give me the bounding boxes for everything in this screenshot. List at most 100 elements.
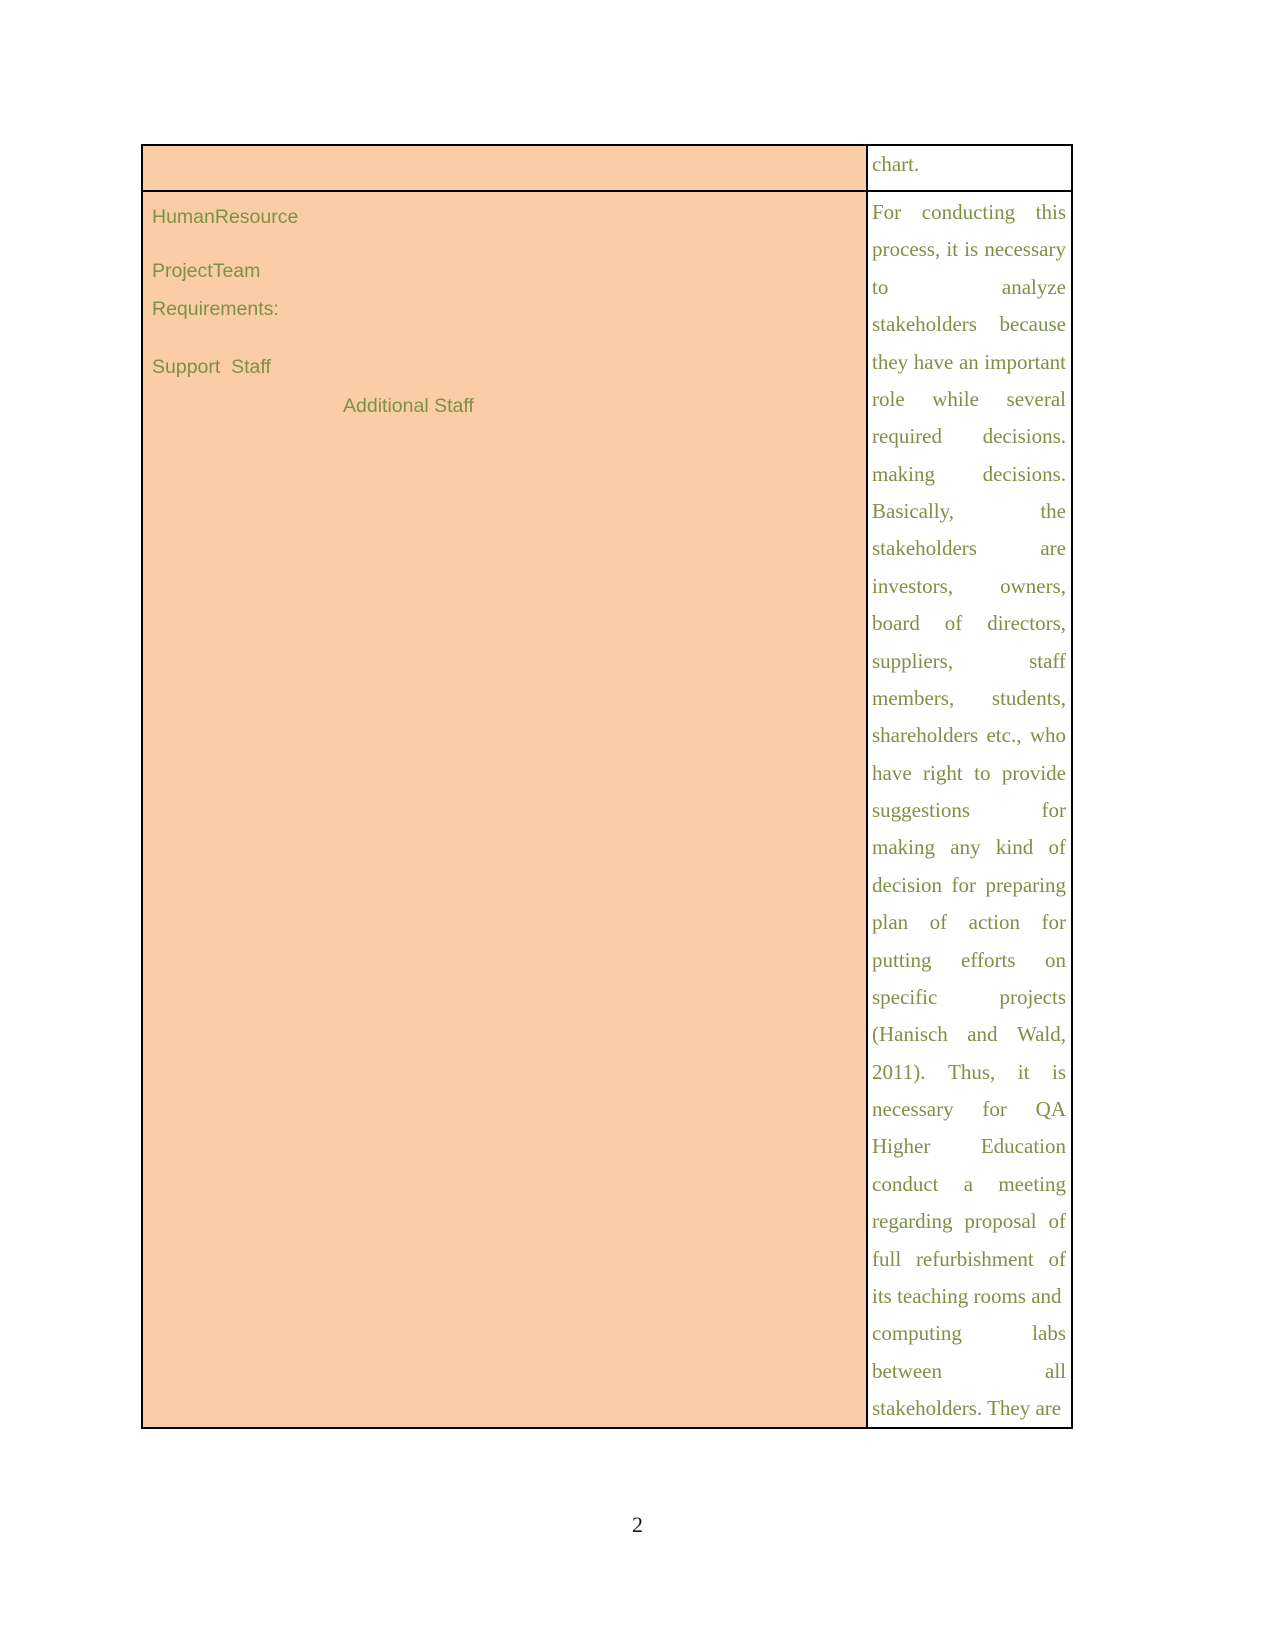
label-team: Team — [212, 259, 261, 282]
word: an — [958, 349, 979, 374]
word: because — [999, 312, 1066, 337]
word: 2011). — [872, 1059, 926, 1084]
word: Thus, — [948, 1059, 996, 1084]
right-body-line: Higher Education — [872, 1128, 1066, 1165]
word: decision — [872, 872, 942, 897]
word: between — [872, 1358, 942, 1383]
right-body-line: making any kind of — [872, 829, 1066, 866]
right-body-line: 2011). Thus, it is — [872, 1054, 1066, 1091]
word: role — [872, 386, 905, 411]
right-header-line: chart. — [872, 152, 920, 176]
word: for — [1041, 910, 1066, 935]
right-body-line: For conducting this — [872, 194, 1066, 231]
right-header-content: chart. — [868, 146, 1071, 179]
word: necessary — [984, 237, 1066, 262]
word: on — [1044, 947, 1066, 972]
right-body-line: required decisions. — [872, 418, 1066, 455]
word: is — [964, 237, 979, 262]
word: the — [1040, 499, 1066, 523]
word: of — [944, 611, 963, 636]
word: it — [946, 237, 959, 262]
table-row: HumanResource ProjectTeam Requirements: … — [141, 189, 1073, 1430]
word: are — [1040, 536, 1066, 561]
label-requirements: Requirements: — [152, 298, 279, 320]
right-body-line: suggestions for — [872, 792, 1066, 829]
word: important — [984, 349, 1066, 374]
word: making — [872, 835, 935, 860]
right-body-line: have right to provide — [872, 755, 1066, 792]
word: projects — [999, 984, 1066, 1009]
left-body-content: HumanResource ProjectTeam Requirements: … — [143, 192, 866, 417]
word: for — [982, 1097, 1007, 1121]
right-body-line: conduct a meeting — [872, 1166, 1066, 1203]
word: a — [963, 1171, 974, 1196]
word: it — [1017, 1059, 1030, 1084]
word: have — [872, 760, 912, 785]
word: members, — [872, 685, 955, 710]
right-body-line: investors, owners, — [872, 568, 1066, 605]
word: For — [872, 200, 902, 224]
right-body-line: shareholders etc., who — [872, 717, 1066, 754]
word: shareholders — [872, 723, 979, 748]
word: regarding — [872, 1209, 953, 1234]
right-body-line: making decisions. — [872, 456, 1066, 493]
page-number: 2 — [632, 1512, 643, 1537]
word: action — [968, 910, 1020, 935]
word: of — [929, 910, 948, 935]
right-body-line: board of directors, — [872, 605, 1066, 642]
word: specific — [872, 984, 938, 1009]
word: QA — [1035, 1097, 1066, 1121]
word: full — [872, 1246, 902, 1271]
support-staff-block: Support Staff Additional Staff — [152, 357, 856, 417]
content-table: chart. HumanResource ProjectTeam Require… — [141, 144, 1073, 1430]
label-human: Human — [152, 206, 215, 228]
word: board — [872, 611, 920, 636]
left-header-content — [143, 146, 866, 154]
table-cell-right-body: For conducting this process, it is necessary to… — [866, 189, 1073, 1430]
right-body-line: suppliers, staff — [872, 643, 1066, 680]
right-body-line: they have an important — [872, 344, 1066, 381]
word: of — [1048, 1209, 1066, 1234]
word: for — [951, 872, 977, 897]
word: (Hanisch — [872, 1022, 948, 1047]
word: decisions. — [982, 461, 1066, 486]
right-body-line: full refurbishment of — [872, 1241, 1066, 1278]
word: process, — [872, 237, 941, 262]
word: is — [1051, 1059, 1066, 1084]
right-body-line: regarding proposal of — [872, 1203, 1066, 1240]
label-resource: Resource — [214, 206, 299, 228]
right-body-line: role while several — [872, 381, 1066, 418]
word: staff — [1029, 648, 1066, 673]
word: right — [923, 760, 963, 785]
right-body-line: members, students, — [872, 680, 1066, 717]
table-cell-right-header: chart. — [866, 144, 1073, 192]
table-cell-left-body: HumanResource ProjectTeam Requirements: … — [141, 189, 868, 1430]
word: directors, — [987, 611, 1066, 636]
right-body-line: stakeholders are — [872, 530, 1066, 567]
word: all — [1045, 1358, 1066, 1383]
right-body-line: specific projects — [872, 979, 1066, 1016]
word: refurbishment — [915, 1246, 1034, 1271]
word: to — [872, 274, 889, 299]
right-body-line: computing labs — [872, 1315, 1066, 1352]
word: Wald, — [1016, 1022, 1066, 1047]
right-body-line: necessary for QA — [872, 1091, 1066, 1128]
word: Higher — [872, 1134, 931, 1159]
word: making — [872, 461, 935, 486]
word: plan — [872, 910, 909, 935]
word: any — [950, 835, 981, 860]
word: required — [872, 424, 942, 449]
word: they — [872, 349, 909, 374]
word: kind — [995, 835, 1034, 860]
word: labs — [1032, 1321, 1066, 1346]
right-body-line: between all — [872, 1353, 1066, 1390]
project-team-block: ProjectTeam Requirements: — [152, 259, 856, 320]
word: for — [1041, 798, 1067, 822]
word: investors, — [872, 573, 954, 598]
word: preparing — [985, 872, 1066, 897]
word: Basically, — [872, 499, 955, 523]
word: necessary — [872, 1097, 954, 1121]
word: of — [1048, 835, 1066, 860]
table-cell-left-header — [141, 144, 868, 192]
word: students, — [991, 685, 1066, 710]
